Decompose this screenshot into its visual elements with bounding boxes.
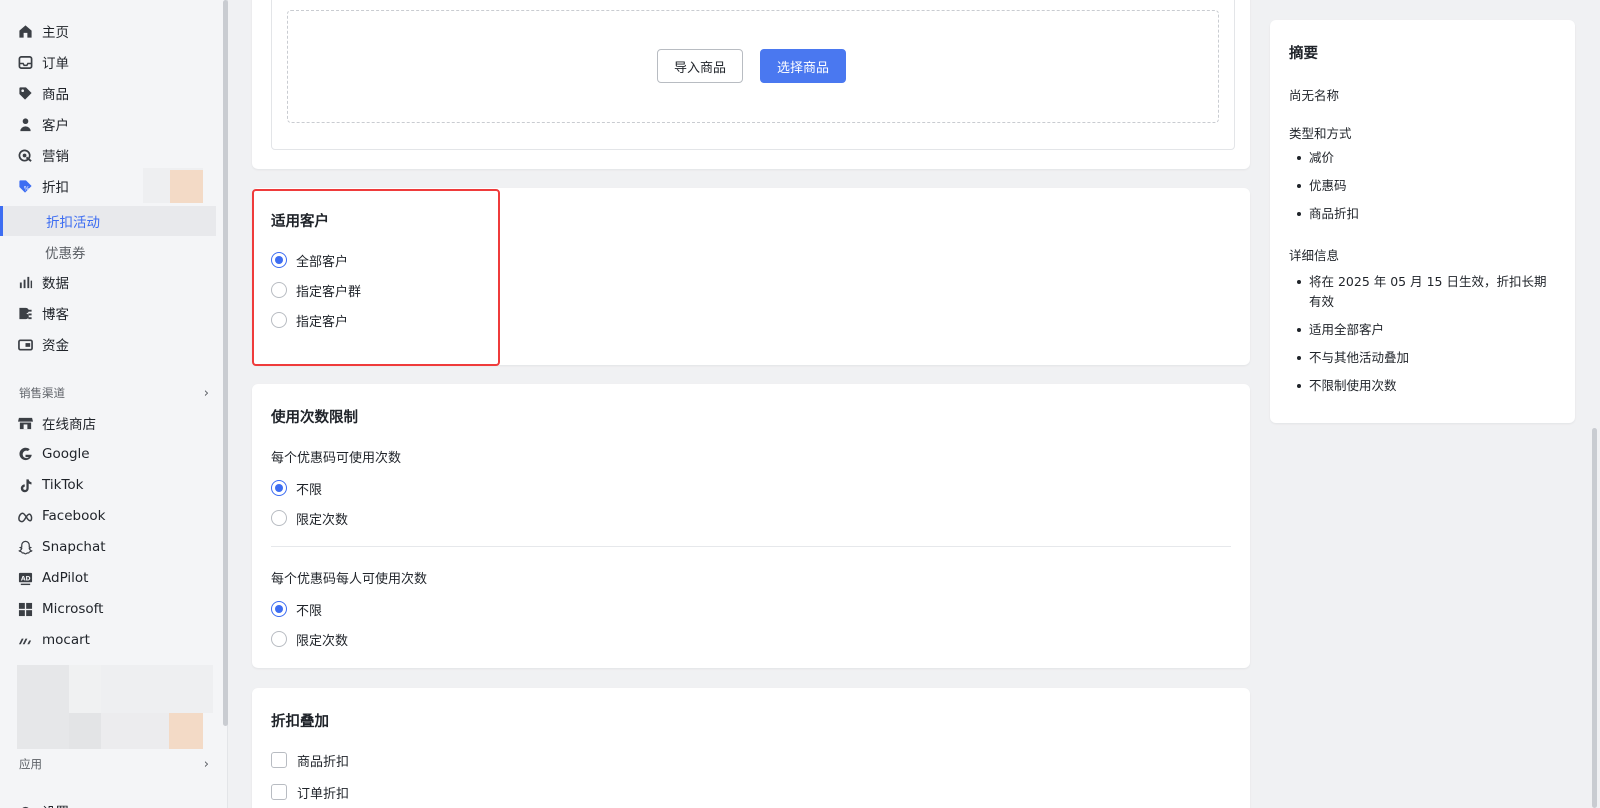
summary-panel: 摘要 尚无名称 类型和方式 减价 优惠码 商品折扣 详细信息 将在 2025 年… (1270, 20, 1575, 423)
radio-selected (271, 480, 287, 496)
sidebar-subitem-coupons[interactable]: 优惠券 (0, 237, 216, 267)
summary-title: 摘要 (1289, 46, 1318, 62)
tiktok-icon (17, 477, 33, 493)
microsoft-icon (17, 601, 33, 617)
sidebar-channel-snapchat[interactable]: Snapchat (0, 533, 220, 561)
radio-per-customer-unlimited[interactable]: 不限 (271, 599, 322, 619)
bar-chart-icon (17, 274, 33, 290)
sidebar: 主页 订单 商品 客户 营销 % 折扣 折扣活动 优惠券 数据 博客 资金 销售… (0, 0, 228, 808)
sidebar-item-customers[interactable]: 客户 (0, 110, 220, 138)
sidebar-channel-google[interactable]: Google (0, 440, 220, 468)
products-card: 导入商品 选择商品 (252, 0, 1250, 169)
svg-text:%: % (23, 184, 29, 192)
wallet-icon (17, 336, 33, 352)
blurred-region (17, 665, 69, 749)
main-scrollbar[interactable] (1592, 428, 1597, 808)
sidebar-channel-microsoft[interactable]: Microsoft (0, 595, 220, 623)
blog-icon (17, 305, 33, 321)
import-products-button[interactable]: 导入商品 (657, 49, 743, 83)
discount-icon: % (17, 178, 33, 194)
sidebar-item-settings[interactable]: 设置 (0, 797, 220, 808)
radio-all-customers[interactable]: 全部客户 (271, 250, 348, 270)
blurred-region (69, 665, 101, 713)
svg-text:AD: AD (20, 575, 30, 582)
per-customer-usage-label: 每个优惠码每人可使用次数 (271, 572, 428, 587)
sidebar-item-marketing[interactable]: 营销 (0, 141, 220, 169)
sidebar-channel-tiktok[interactable]: TikTok (0, 471, 220, 499)
google-icon (17, 446, 33, 462)
products-dropzone[interactable]: 导入商品 选择商品 (287, 10, 1219, 123)
radio-specific-customers[interactable]: 指定客户 (271, 310, 348, 330)
summary-detail-item: 将在 2025 年 05 月 15 日生效，折扣长期有效 (1297, 272, 1547, 312)
target-icon (17, 147, 33, 163)
radio-unselected (271, 312, 287, 328)
sidebar-item-analytics[interactable]: 数据 (0, 268, 220, 296)
inbox-icon (17, 54, 33, 70)
sidebar-channel-online-store[interactable]: 在线商店 (0, 409, 220, 437)
checkbox (271, 752, 287, 768)
per-code-usage-label: 每个优惠码可使用次数 (271, 451, 402, 466)
sidebar-subitem-discount-campaigns[interactable]: 折扣活动 (0, 206, 216, 236)
blurred-region (101, 713, 169, 749)
summary-detail-item: 不与其他活动叠加 (1297, 348, 1567, 368)
sidebar-channel-mocart[interactable]: mocart (0, 626, 220, 654)
meta-icon (17, 508, 33, 524)
sales-channel-header[interactable]: 销售渠道 › (19, 383, 209, 403)
sidebar-item-finance[interactable]: 资金 (0, 330, 220, 358)
mocart-icon (17, 632, 33, 648)
radio-per-code-limited[interactable]: 限定次数 (271, 508, 348, 528)
radio-unselected (271, 631, 287, 647)
blurred-region (169, 713, 203, 749)
divider (271, 546, 1231, 547)
sidebar-scrollbar[interactable] (223, 0, 228, 726)
stacking-card: 折扣叠加 商品折扣 订单折扣 (252, 688, 1250, 808)
radio-per-code-unlimited[interactable]: 不限 (271, 478, 322, 498)
sidebar-item-orders[interactable]: 订单 (0, 48, 220, 76)
radio-unselected (271, 282, 287, 298)
checkbox-product-discount[interactable]: 商品折扣 (271, 750, 349, 770)
blurred-region (69, 713, 101, 749)
radio-customer-groups[interactable]: 指定客户群 (271, 280, 361, 300)
chevron-right-icon: › (203, 385, 209, 401)
radio-unselected (271, 510, 287, 526)
radio-selected (271, 601, 287, 617)
gear-icon (17, 803, 33, 808)
checkbox-order-discount[interactable]: 订单折扣 (271, 782, 349, 802)
tag-icon (17, 85, 33, 101)
summary-detail-item: 适用全部客户 (1297, 320, 1567, 340)
sidebar-item-home[interactable]: 主页 (0, 17, 220, 45)
usage-limit-card: 使用次数限制 每个优惠码可使用次数 不限 限定次数 每个优惠码每人可使用次数 不… (252, 384, 1250, 668)
customers-card-title: 适用客户 (271, 214, 329, 230)
chevron-right-icon: › (203, 756, 209, 772)
store-icon (17, 415, 33, 431)
apps-header[interactable]: 应用 › (19, 754, 209, 774)
summary-type-item: 优惠码 (1297, 176, 1567, 196)
summary-detail-item: 不限制使用次数 (1297, 376, 1567, 396)
blurred-region (101, 665, 213, 713)
radio-per-customer-limited[interactable]: 限定次数 (271, 629, 348, 649)
products-panel: 导入商品 选择商品 (271, 0, 1235, 150)
sidebar-channel-facebook[interactable]: Facebook (0, 502, 220, 530)
summary-detail-heading: 详细信息 (1289, 248, 1340, 263)
select-products-button[interactable]: 选择商品 (760, 49, 846, 83)
customers-card: 适用客户 全部客户 指定客户群 指定客户 (252, 188, 1250, 365)
sidebar-channel-adpilot[interactable]: AD AdPilot (0, 564, 220, 592)
home-icon (17, 23, 33, 39)
person-icon (17, 116, 33, 132)
radio-selected (271, 252, 287, 268)
sidebar-item-blog[interactable]: 博客 (0, 299, 220, 327)
summary-name: 尚无名称 (1289, 88, 1340, 103)
usage-limit-title: 使用次数限制 (271, 410, 358, 426)
blurred-region (170, 170, 203, 203)
summary-type-item: 减价 (1297, 148, 1567, 168)
stacking-title: 折扣叠加 (271, 714, 329, 730)
checkbox (271, 784, 287, 800)
sidebar-item-products[interactable]: 商品 (0, 79, 220, 107)
summary-type-item: 商品折扣 (1297, 204, 1567, 224)
summary-type-heading: 类型和方式 (1289, 126, 1352, 141)
ad-icon: AD (17, 570, 33, 586)
snapchat-icon (17, 539, 33, 555)
